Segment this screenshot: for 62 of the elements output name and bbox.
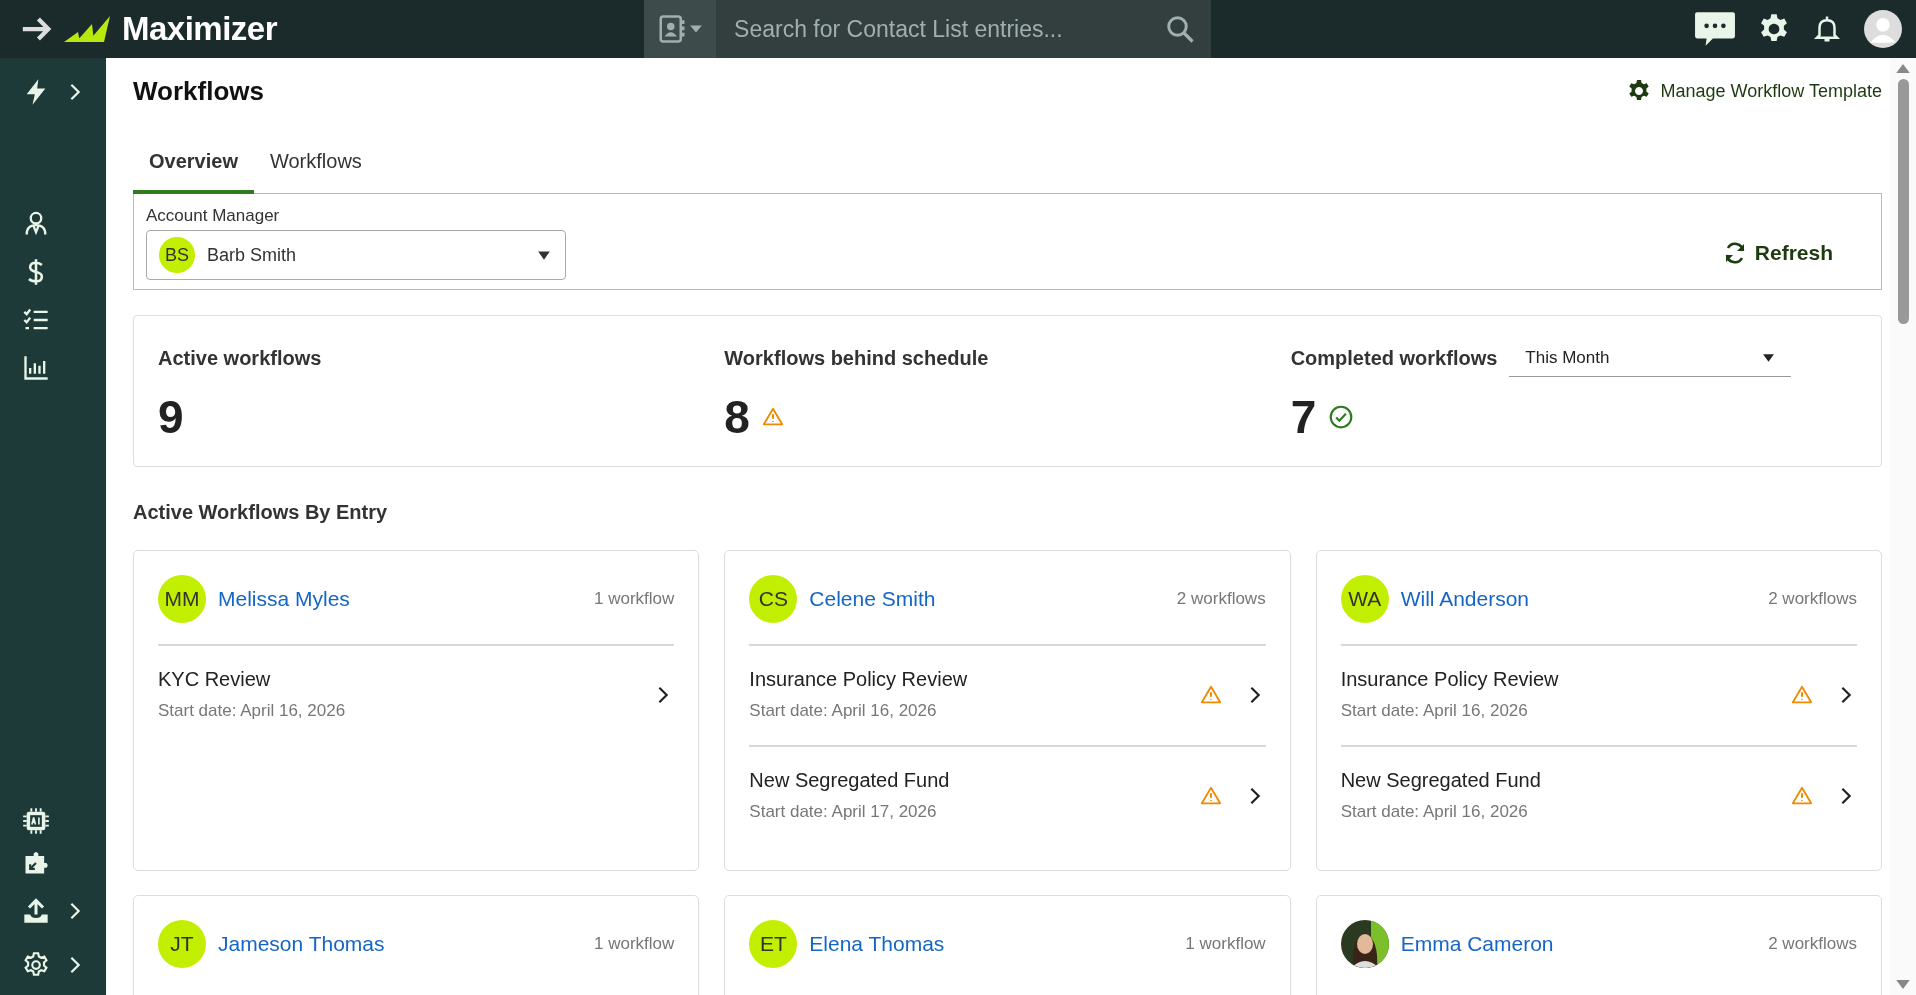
initials-avatar: CS <box>749 575 798 623</box>
contact-link[interactable]: Emma Cameron <box>1400 932 1554 956</box>
tab[interactable]: Overview <box>133 136 254 194</box>
initials-avatar: MM <box>158 575 206 623</box>
start-date: Start date: April 16, 2026 <box>1340 802 1529 822</box>
workflow-title: Insurance Policy Review <box>1340 668 1560 691</box>
period-dropdown[interactable]: This Month <box>1509 339 1792 377</box>
search-field[interactable]: Search for Contact List entries... <box>644 0 1212 58</box>
start-date: Start date: April 17, 2026 <box>749 802 938 822</box>
section-title: Active Workflows By Entry <box>133 501 389 524</box>
manage-template-link[interactable]: Manage Workflow Template <box>1626 79 1882 103</box>
workflow-count: 1 workflow <box>594 589 675 609</box>
workflow-count: 1 workflow <box>594 934 675 954</box>
brand-name: Maximizer <box>122 10 278 48</box>
contact-link[interactable]: Elena Thomas <box>809 932 945 956</box>
start-date: Start date: April 16, 2026 <box>1340 701 1529 721</box>
gear-icon[interactable] <box>22 951 50 979</box>
warning-icon <box>761 406 784 428</box>
stat-value: 8 <box>724 390 750 444</box>
stat-value: 9 <box>158 390 184 444</box>
gear-icon <box>1626 79 1651 103</box>
check-circle-icon <box>1328 404 1355 430</box>
stat-label: Completed workflows <box>1290 346 1498 370</box>
initials-avatar: WA <box>1340 575 1389 623</box>
workflow-title: New Segregated Fund <box>1340 769 1542 792</box>
contact-link[interactable]: Will Anderson <box>1400 587 1530 611</box>
workflow-title: New Segregated Fund <box>749 769 951 792</box>
scroll-thumb[interactable] <box>1897 79 1909 324</box>
scroll-up-icon[interactable] <box>1896 64 1910 73</box>
contact-link[interactable]: Melissa Myles <box>218 587 350 611</box>
stat-label: Workflows behind schedule <box>724 346 989 370</box>
workflow-count: 2 workflows <box>1176 589 1266 609</box>
start-date: Start date: April 16, 2026 <box>749 701 938 721</box>
scroll-down-icon[interactable] <box>1896 980 1910 989</box>
stat-label: Active workflows <box>158 346 322 370</box>
page-title: Workflows <box>133 75 264 107</box>
search-icon[interactable] <box>1165 14 1196 44</box>
chat-icon[interactable] <box>1694 10 1736 48</box>
contact-link[interactable]: Jameson Thomas <box>218 932 385 956</box>
workflow-title: Insurance Policy Review <box>749 668 969 691</box>
contact-type-icon[interactable] <box>644 0 717 58</box>
bar-chart-icon[interactable] <box>22 354 50 382</box>
avatar-icon[interactable] <box>1864 10 1902 48</box>
account-manager-dropdown[interactable]: BS Barb Smith <box>146 230 566 280</box>
start-date: Start date: April 16, 2026 <box>158 701 347 721</box>
bell-icon[interactable] <box>1812 14 1842 44</box>
contact-link[interactable]: Celene Smith <box>809 587 936 611</box>
workflow-count: 1 workflow <box>1185 934 1266 954</box>
stat-value: 7 <box>1290 390 1317 444</box>
workflow-count: 2 workflows <box>1768 934 1857 954</box>
caret-icon <box>1762 351 1776 364</box>
ai-chip-icon[interactable] <box>22 807 50 835</box>
workflow-title: KYC Review <box>158 668 272 691</box>
logo-icon <box>64 14 112 44</box>
initials-avatar: JT <box>158 920 206 968</box>
tab[interactable]: Workflows <box>253 136 378 194</box>
refresh-button[interactable]: Refresh <box>1716 240 1839 266</box>
initials-avatar: ET <box>749 920 798 968</box>
field-label: Account Manager <box>146 206 281 226</box>
search-input[interactable]: Search for Contact List entries... <box>716 0 1166 58</box>
workflow-count: 2 workflows <box>1768 589 1857 609</box>
upload-icon[interactable] <box>22 897 50 925</box>
